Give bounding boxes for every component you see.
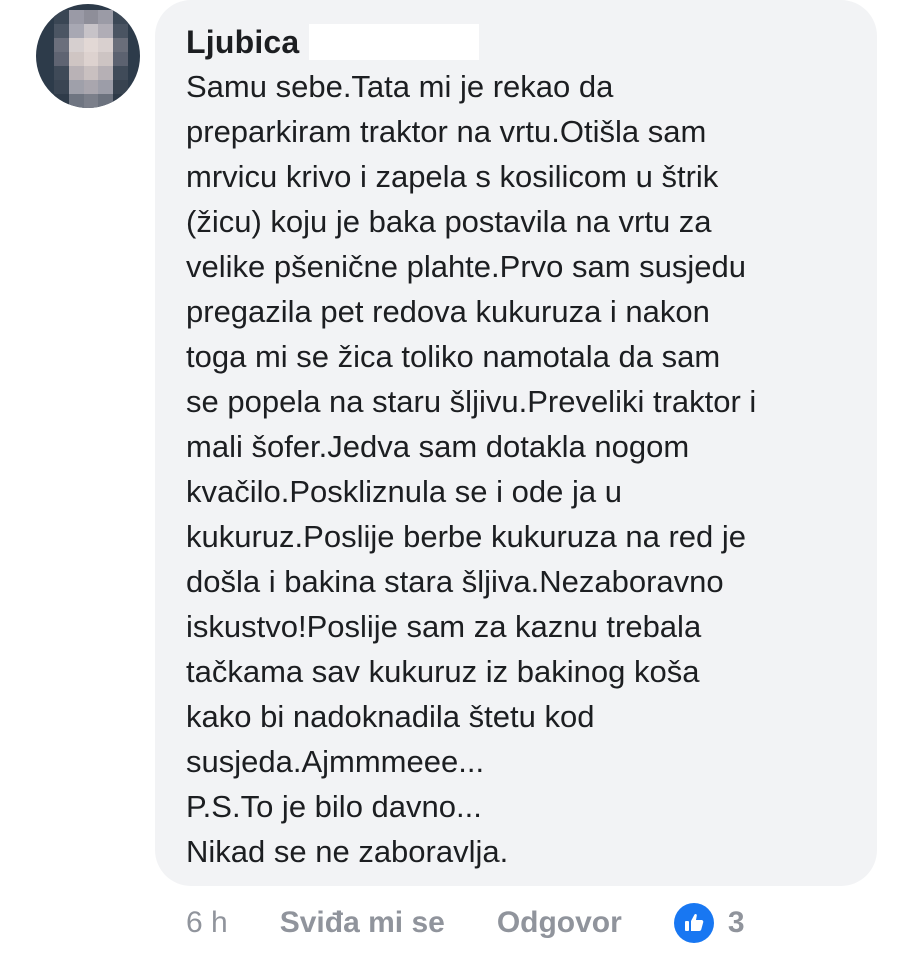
avatar-pixel — [68, 24, 84, 38]
comment-screen: Ljubica Samu sebe.Tata mi je rekao da pre… — [0, 0, 917, 960]
avatar[interactable] — [36, 4, 140, 108]
avatar-pixel — [98, 66, 114, 80]
avatar-pixel — [98, 24, 114, 38]
comment-text-line: P.S.To je bilo davno... — [186, 789, 482, 824]
comment-text-line: kvačilo.Poskliznula se i ode ja u — [186, 474, 622, 509]
surname-redaction — [309, 24, 480, 60]
avatar-pixel — [54, 10, 69, 24]
avatar-pixel — [83, 24, 99, 38]
avatar-pixel — [113, 38, 128, 52]
like-button[interactable]: Sviđa mi se — [280, 906, 445, 940]
thumbs-up-icon — [673, 903, 714, 943]
comment-text-line: toga mi se žica toliko namotala da sam — [186, 339, 721, 374]
comment-text-line: došla i bakina stara šljiva.Nezaboravno — [186, 564, 724, 599]
comment-text-line: Samu sebe.Tata mi je rekao da — [186, 69, 614, 104]
avatar-pixel — [54, 24, 69, 38]
comment-author-row: Ljubica — [186, 20, 480, 64]
avatar-pixel — [83, 10, 99, 24]
avatar-pixel — [113, 66, 128, 80]
avatar-pixel — [68, 94, 84, 108]
comment-text-line: Nikad se ne zaboravlja. — [186, 834, 509, 869]
avatar-pixel — [113, 24, 128, 38]
avatar-pixel — [68, 66, 84, 80]
comment-text-line: iskustvo!Poslije sam za kaznu trebala — [186, 609, 702, 644]
avatar-pixel — [54, 94, 69, 108]
avatar-pixel — [113, 80, 128, 94]
comment-text-line: kako bi nadoknadila štetu kod — [186, 699, 595, 734]
avatar-pixel — [98, 94, 114, 108]
avatar-pixel — [113, 52, 128, 66]
avatar-pixel — [98, 80, 114, 94]
avatar-pixel — [54, 52, 69, 66]
avatar-pixel — [54, 80, 69, 94]
avatar-pixel — [113, 10, 128, 24]
reaction-summary[interactable]: 3 — [673, 903, 745, 943]
comment-text-line: velike pšenične plahte.Prvo sam susjedu — [186, 249, 747, 284]
avatar-pixel — [68, 38, 84, 52]
avatar-pixel — [68, 80, 84, 94]
reaction-count: 3 — [727, 906, 745, 939]
avatar-pixel — [83, 52, 99, 66]
comment-text-line: preparkiram traktor na vrtu.Otišla sam — [186, 114, 707, 149]
avatar-pixel — [83, 66, 99, 80]
comment-text-line: (žicu) koju je baka postavila na vrtu za — [186, 204, 712, 239]
avatar-pixel — [98, 38, 114, 52]
avatar-pixel — [54, 38, 69, 52]
comment-text-line: se popela na staru šljivu.Preveliki trak… — [186, 384, 757, 419]
comment-timestamp[interactable]: 6 h — [186, 906, 228, 940]
avatar-pixel — [98, 52, 114, 66]
avatar-pixelation — [54, 10, 128, 108]
comment-text-line: mrvicu krivo i zapela s kosilicom u štri… — [186, 159, 719, 194]
comment-author-name[interactable]: Ljubica — [186, 24, 299, 61]
avatar-pixel — [83, 80, 99, 94]
avatar-pixel — [68, 10, 84, 24]
comment-body: Samu sebe.Tata mi je rekao da preparkiram… — [186, 64, 866, 874]
comment-actions: 6 h Sviđa mi se Odgovor 3 — [186, 898, 745, 948]
comment-text-line: mali šofer.Jedva sam dotakla nogom — [186, 429, 690, 464]
comment-text-line: tačkama sav kukuruz iz bakinog koša — [186, 654, 700, 689]
avatar-pixel — [54, 66, 69, 80]
comment-text-line: susjeda.Ajmmmeee... — [186, 744, 485, 779]
avatar-pixel — [113, 94, 128, 108]
comment-text-line: kukuruz.Poslije berbe kukuruza na red je — [186, 519, 747, 554]
avatar-pixel — [83, 94, 99, 108]
comment-text-line: pregazila pet redova kukuruza i nakon — [186, 294, 710, 329]
avatar-pixel — [68, 52, 84, 66]
reply-button[interactable]: Odgovor — [497, 906, 622, 940]
avatar-pixel — [98, 10, 114, 24]
avatar-pixel — [83, 38, 99, 52]
